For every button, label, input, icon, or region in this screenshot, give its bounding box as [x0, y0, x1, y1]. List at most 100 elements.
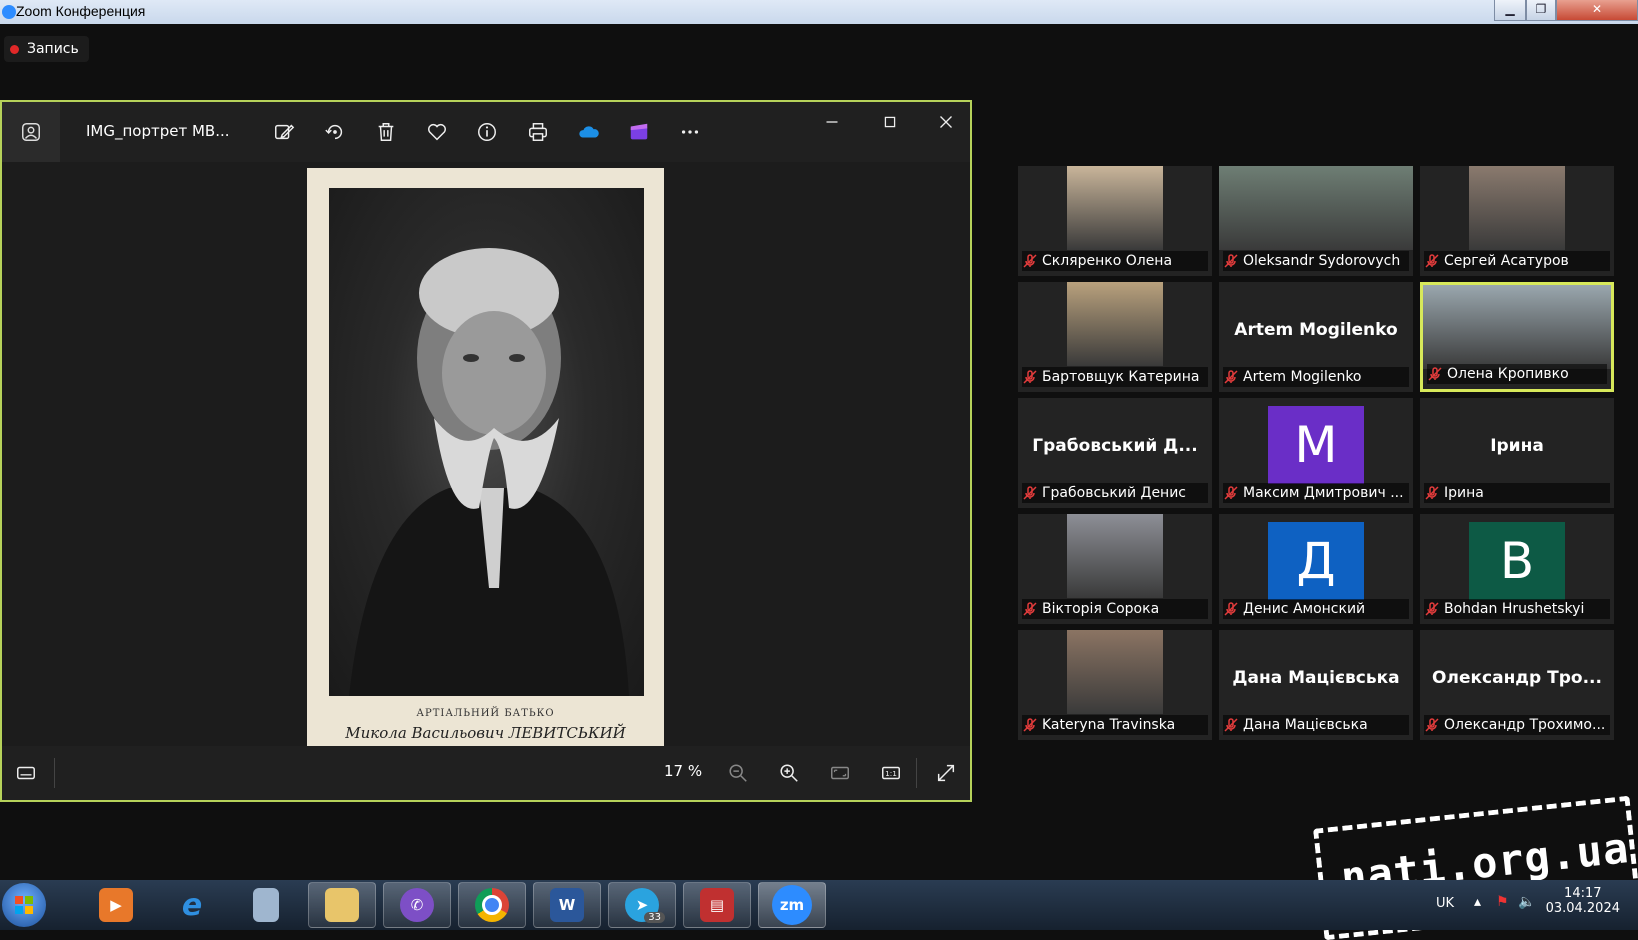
filmstrip-icon: [17, 766, 35, 780]
participant-display-name: Ірина: [1490, 436, 1544, 456]
file-name: IMG_портрет МВ...: [86, 122, 230, 140]
participant-name: Вікторія Сорока: [1042, 601, 1160, 617]
photo-caption-line1: АРТІАЛЬНИЙ БАТЬКО: [416, 708, 555, 719]
zoom-in-button[interactable]: [769, 753, 809, 793]
participant-tile[interactable]: B Bohdan Hrushetskyi: [1420, 514, 1614, 624]
participant-video: [1067, 282, 1163, 366]
muted-mic-icon: [1223, 369, 1239, 385]
delete-button[interactable]: [366, 112, 406, 152]
participant-tile[interactable]: Вікторія Сорока: [1018, 514, 1212, 624]
info-button[interactable]: [467, 112, 507, 152]
more-button[interactable]: [670, 112, 710, 152]
portrait-image: [329, 188, 644, 696]
photo-caption-line2: Микола Васильович ЛЕВИТСЬКИЙ: [345, 724, 626, 742]
window-title: Zoom Конференция: [16, 3, 146, 19]
zoom-icon: zm: [772, 885, 812, 925]
muted-mic-icon: [1223, 253, 1239, 269]
minimize-button[interactable]: ▁: [1494, 0, 1526, 21]
participant-tile[interactable]: M Максим Дмитрович ...: [1219, 398, 1413, 508]
taskbar-viber[interactable]: ✆: [383, 882, 451, 928]
participant-video: [1067, 166, 1163, 250]
participant-tile[interactable]: Сергей Асатуров: [1420, 166, 1614, 276]
participant-tile[interactable]: Бартовщук Катерина: [1018, 282, 1212, 392]
gallery-button[interactable]: [2, 102, 60, 162]
taskbar-zoom[interactable]: zm: [758, 882, 826, 928]
muted-mic-icon: [1223, 485, 1239, 501]
viewer-maximize-button[interactable]: [870, 102, 910, 142]
muted-mic-icon: [1022, 485, 1038, 501]
participant-display-name: Artem Mogilenko: [1234, 320, 1398, 340]
zoom-out-button[interactable]: [718, 753, 758, 793]
more-icon: [681, 130, 699, 134]
close-button[interactable]: ✕: [1556, 0, 1638, 21]
viewer-close-button[interactable]: [926, 102, 966, 142]
participant-name-label: Денис Амонский: [1223, 599, 1409, 619]
zoom-app-icon: [2, 5, 16, 19]
participant-name: Ірина: [1444, 485, 1484, 501]
actual-size-button[interactable]: 1:1: [871, 753, 911, 793]
participant-name: Oleksandr Sydorovych: [1243, 253, 1401, 269]
volume-icon[interactable]: 🔈: [1518, 894, 1535, 910]
clipchamp-icon: [630, 123, 648, 140]
viewer-bottombar: 17 % 1:1: [2, 746, 970, 800]
participant-name-label: Грабовський Денис: [1022, 483, 1208, 503]
muted-mic-icon: [1022, 601, 1038, 617]
onedrive-cloud-icon: [579, 126, 599, 138]
print-button[interactable]: [518, 112, 558, 152]
clock-date: 03.04.2024: [1545, 901, 1620, 916]
participant-tile[interactable]: Д Денис Амонский: [1219, 514, 1413, 624]
taskbar-calculator[interactable]: [232, 882, 300, 928]
actual-size-icon: 1:1: [882, 766, 900, 780]
taskbar-file-explorer[interactable]: [308, 882, 376, 928]
viewer-minimize-button[interactable]: [812, 102, 852, 142]
edit-button[interactable]: [264, 112, 304, 152]
participant-name: Олена Кропивко: [1447, 366, 1569, 382]
fit-window-icon: [831, 766, 849, 780]
internet-explorer-icon: e: [181, 887, 203, 923]
network-warning-icon[interactable]: ⚑: [1496, 894, 1509, 910]
system-clock[interactable]: 14:17 03.04.2024: [1546, 886, 1620, 916]
fullscreen-button[interactable]: [926, 753, 966, 793]
participant-tile[interactable]: Ірина Ірина: [1420, 398, 1614, 508]
bottombar-divider-2: [916, 758, 917, 788]
clipchamp-button[interactable]: [619, 112, 659, 152]
participant-tile[interactable]: Artem Mogilenko Artem Mogilenko: [1219, 282, 1413, 392]
taskbar-internet-explorer[interactable]: e: [158, 882, 226, 928]
participant-name: Дана Мацієвська: [1243, 717, 1368, 733]
participant-tile[interactable]: Скляренко Олена: [1018, 166, 1212, 276]
participant-tile[interactable]: Katerynа Travinska: [1018, 630, 1212, 740]
language-indicator[interactable]: UK: [1436, 896, 1454, 911]
taskbar-chrome[interactable]: [458, 882, 526, 928]
start-button[interactable]: [2, 883, 46, 927]
taskbar-save-app[interactable]: ▤: [683, 882, 751, 928]
taskbar-media-player[interactable]: ▶: [82, 882, 150, 928]
fit-to-window-button[interactable]: [820, 753, 860, 793]
participant-tile[interactable]: Oleksandr Sydorovych: [1219, 166, 1413, 276]
muted-mic-icon: [1022, 717, 1038, 733]
participant-tile[interactable]: Грабовський Д... Грабовський Денис: [1018, 398, 1212, 508]
favorite-button[interactable]: [417, 112, 457, 152]
participant-tile[interactable]: Олена Кропивко: [1420, 282, 1614, 392]
participant-name: Денис Амонский: [1243, 601, 1366, 617]
muted-mic-icon: [1424, 601, 1440, 617]
participant-tile[interactable]: Дана Мацієвська Дана Мацієвська: [1219, 630, 1413, 740]
portrait-photo: АРТІАЛЬНИЙ БАТЬКО Микола Васильович ЛЕВИ…: [307, 168, 664, 751]
filmstrip-button[interactable]: [6, 753, 46, 793]
media-player-icon: ▶: [99, 888, 133, 922]
participant-name: Сергей Асатуров: [1444, 253, 1569, 269]
participant-video: [1067, 630, 1163, 714]
participant-tile[interactable]: Олександр Тро... Олександр Трохимо...: [1420, 630, 1614, 740]
muted-mic-icon: [1424, 253, 1440, 269]
maximize-button[interactable]: ❐: [1526, 0, 1556, 21]
participant-name-label: Сергей Асатуров: [1424, 251, 1610, 271]
viber-icon: ✆: [400, 888, 434, 922]
taskbar-word[interactable]: W: [533, 882, 601, 928]
portrait-illustration: [349, 248, 629, 696]
taskbar-telegram[interactable]: ➤ 33: [608, 882, 676, 928]
participant-name: Олександр Трохимо...: [1444, 717, 1606, 733]
record-dot-icon: [10, 44, 19, 54]
rotate-button[interactable]: [315, 112, 355, 152]
show-hidden-icons-icon[interactable]: ▴: [1474, 894, 1481, 910]
recording-indicator[interactable]: Запись: [4, 36, 89, 62]
onedrive-button[interactable]: [569, 112, 609, 152]
